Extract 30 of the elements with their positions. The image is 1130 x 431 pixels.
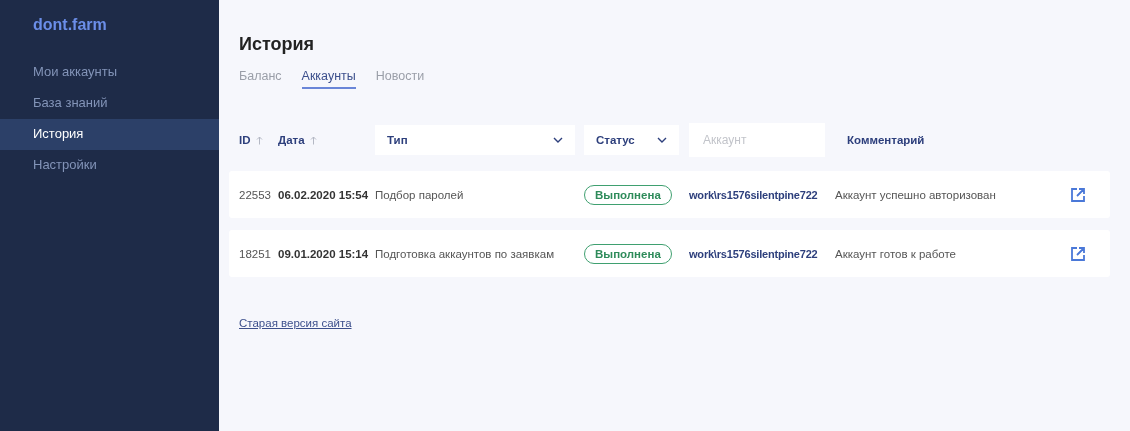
comment-cell-text: Аккаунт готов к работе bbox=[835, 247, 958, 260]
account-link[interactable]: work\rs1576silentpine722 bbox=[689, 247, 835, 260]
date-cell-text: 09.01.2020 15:14 bbox=[278, 247, 370, 260]
id-cell-text: 18251 bbox=[239, 247, 272, 260]
old-site-link[interactable]: Старая версия сайта bbox=[239, 317, 352, 329]
sidebar-item[interactable]: История bbox=[0, 119, 219, 150]
sort-arrow-icon bbox=[255, 135, 263, 145]
chevron-icon bbox=[657, 137, 667, 143]
page-title: История bbox=[239, 34, 315, 55]
sidebar-item[interactable]: База знаний bbox=[0, 88, 219, 119]
id-cell-text: 22553 bbox=[239, 188, 272, 201]
type-cell-text: Подготовка аккаунтов по заявкам bbox=[375, 247, 556, 260]
comment-cell-text: Аккаунт успешно авторизован bbox=[835, 188, 997, 201]
sidebar-item[interactable]: Настройки bbox=[0, 150, 219, 181]
logo: dont.farm bbox=[33, 16, 107, 34]
type-cell-text: Подбор паролей bbox=[375, 188, 465, 201]
sort-arrow-icon bbox=[309, 135, 317, 145]
column-header[interactable]: ID bbox=[239, 134, 251, 146]
account-link[interactable]: work\rs1576silentpine722 bbox=[689, 188, 835, 201]
filter-dropdown[interactable]: Тип bbox=[375, 125, 575, 155]
sidebar-item[interactable]: Мои аккаунты bbox=[0, 57, 219, 88]
column-header[interactable]: Дата bbox=[278, 134, 305, 146]
column-header: Комментарий bbox=[846, 134, 926, 146]
external-link-icon[interactable] bbox=[1070, 186, 1086, 203]
external-link-icon[interactable] bbox=[1070, 245, 1086, 262]
tab[interactable]: Аккаунты bbox=[301, 69, 356, 89]
account-search-field[interactable]: Аккаунт bbox=[689, 123, 825, 157]
date-cell-text: 06.02.2020 15:54 bbox=[278, 188, 370, 201]
filter-dropdown[interactable]: Статус bbox=[584, 125, 679, 155]
chevron-icon bbox=[553, 137, 563, 143]
